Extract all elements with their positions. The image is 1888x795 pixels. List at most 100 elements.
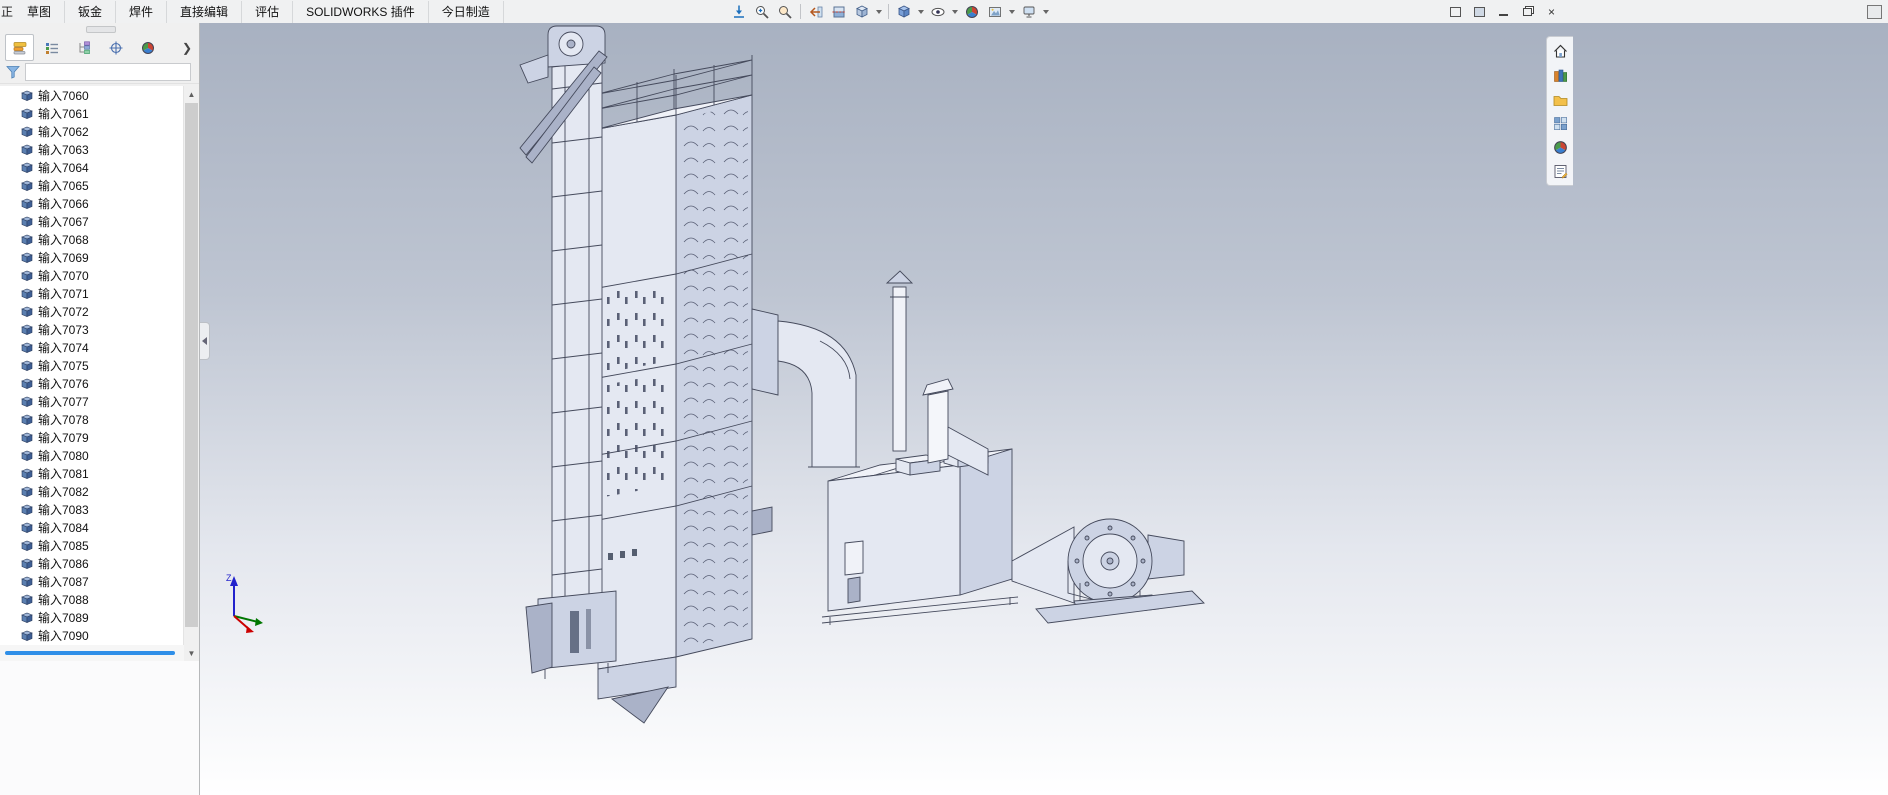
display-style-icon[interactable]: [893, 1, 915, 22]
tree-item-label: 输入7072: [38, 304, 89, 319]
tree-item[interactable]: 输入7087: [0, 572, 184, 590]
tree-item[interactable]: 输入7072: [0, 302, 184, 320]
tree-item[interactable]: 输入7061: [0, 104, 184, 122]
tree-horizontal-scrollbar[interactable]: [0, 645, 184, 661]
apply-scene-icon[interactable]: [984, 1, 1006, 22]
scroll-up-icon[interactable]: ▲: [184, 86, 199, 102]
displaymanager-tab[interactable]: [133, 34, 162, 61]
featuremanager-design-tree-tab[interactable]: [5, 34, 34, 61]
tower-group[interactable]: [597, 55, 773, 724]
hide-show-items-icon[interactable]: [927, 1, 949, 22]
imported-feature-icon: [21, 288, 33, 299]
tree-item[interactable]: 输入7063: [0, 140, 184, 158]
dropdown-caret-icon[interactable]: [952, 9, 958, 14]
tree-item[interactable]: 输入7082: [0, 482, 184, 500]
chimney-group[interactable]: [885, 270, 914, 452]
tree-item[interactable]: 输入7071: [0, 284, 184, 302]
view-palette-icon[interactable]: [1550, 113, 1570, 133]
tree-item[interactable]: 输入7065: [0, 176, 184, 194]
close-button[interactable]: ×: [1544, 4, 1559, 19]
propertymanager-tab[interactable]: [37, 34, 66, 61]
tree-item[interactable]: 输入7068: [0, 230, 184, 248]
expand-toolbar-icon[interactable]: [1867, 5, 1882, 19]
tree-item[interactable]: 输入7083: [0, 500, 184, 518]
dropdown-caret-icon[interactable]: [876, 9, 882, 14]
tree-item[interactable]: 输入7085: [0, 536, 184, 554]
tree-item[interactable]: 输入7074: [0, 338, 184, 356]
tree-item[interactable]: 输入7077: [0, 392, 184, 410]
tree-item[interactable]: 输入7089: [0, 608, 184, 626]
appearances-icon[interactable]: [1550, 137, 1570, 157]
previous-view-icon[interactable]: [805, 1, 827, 22]
tree-item[interactable]: 输入7066: [0, 194, 184, 212]
imported-feature-icon: [21, 594, 33, 605]
design-library-icon[interactable]: [1550, 65, 1570, 85]
undock-pane-icon[interactable]: [1448, 4, 1463, 19]
panel-grip[interactable]: [0, 23, 199, 34]
tree-item[interactable]: 输入7075: [0, 356, 184, 374]
magnify-icon[interactable]: [774, 1, 796, 22]
home-icon[interactable]: [1550, 41, 1570, 61]
tree-item-label: 输入7064: [38, 160, 89, 175]
tree-item[interactable]: 输入7090: [0, 626, 184, 644]
chevron-left-icon: [202, 337, 207, 345]
section-view-icon[interactable]: [828, 1, 850, 22]
dropdown-caret-icon[interactable]: [1009, 9, 1015, 14]
view-orientation-icon[interactable]: [851, 1, 873, 22]
tree-item[interactable]: 输入7086: [0, 554, 184, 572]
imported-feature-icon: [21, 630, 33, 641]
partial-tab[interactable]: 正: [0, 3, 14, 20]
tree-item-label: 输入7073: [38, 322, 89, 337]
file-explorer-icon[interactable]: [1550, 89, 1570, 109]
edit-appearance-icon[interactable]: [961, 1, 983, 22]
dimxpertmanager-tab[interactable]: [101, 34, 130, 61]
custom-properties-icon[interactable]: [1550, 161, 1570, 181]
command-tab[interactable]: 评估: [242, 0, 294, 23]
tree-item[interactable]: 输入7081: [0, 464, 184, 482]
tree-item[interactable]: 输入7064: [0, 158, 184, 176]
duct-elbow-group[interactable]: [751, 308, 860, 468]
chevron-right-icon[interactable]: ❯: [182, 41, 192, 55]
command-tab[interactable]: 今日制造: [429, 0, 504, 23]
tree-item[interactable]: 输入7088: [0, 590, 184, 608]
furnace-group[interactable]: [821, 446, 1019, 625]
tree-item[interactable]: 输入7070: [0, 266, 184, 284]
minimize-button[interactable]: [1496, 4, 1511, 19]
tree-vertical-scrollbar[interactable]: ▲ ▼: [183, 86, 199, 661]
command-tab[interactable]: 直接编辑: [167, 0, 243, 23]
tree-item[interactable]: 输入7060: [0, 86, 184, 104]
panel-collapse-handle[interactable]: [200, 322, 210, 360]
tree-item[interactable]: 输入7062: [0, 122, 184, 140]
horizontal-scroll-thumb[interactable]: [5, 651, 175, 655]
configurationmanager-tab[interactable]: [69, 34, 98, 61]
tree-item[interactable]: 输入7067: [0, 212, 184, 230]
pin-pane-icon[interactable]: [1472, 4, 1487, 19]
tree-item[interactable]: 输入7078: [0, 410, 184, 428]
tree-item[interactable]: 输入7084: [0, 518, 184, 536]
tree-item[interactable]: 输入7073: [0, 320, 184, 338]
dropdown-caret-icon[interactable]: [1043, 9, 1049, 14]
command-tab[interactable]: 钣金: [65, 0, 117, 23]
fan-group[interactable]: [1011, 518, 1205, 624]
command-tab[interactable]: SOLIDWORKS 插件: [293, 0, 429, 23]
command-tab[interactable]: 草图: [14, 0, 66, 23]
vertical-scroll-thumb[interactable]: [185, 103, 198, 627]
bucket-elevator-group[interactable]: [519, 25, 617, 679]
filter-input[interactable]: [25, 63, 191, 81]
tree-item[interactable]: 输入7079: [0, 428, 184, 446]
tree-item-label: 输入7070: [38, 268, 89, 283]
zoom-to-fit-icon[interactable]: [728, 1, 750, 22]
zoom-area-icon[interactable]: [751, 1, 773, 22]
restore-button[interactable]: [1520, 4, 1535, 19]
grain-dryer-model[interactable]: [200, 23, 1888, 795]
tree-item-label: 输入7089: [38, 610, 89, 625]
tree-item[interactable]: 输入7069: [0, 248, 184, 266]
task-pane-strip: [1546, 36, 1573, 186]
tree-item[interactable]: 输入7080: [0, 446, 184, 464]
dropdown-caret-icon[interactable]: [918, 9, 924, 14]
view-settings-icon[interactable]: [1018, 1, 1040, 22]
scroll-down-icon[interactable]: ▼: [184, 645, 199, 661]
graphics-area[interactable]: Z: [200, 23, 1888, 795]
command-tab[interactable]: 焊件: [116, 0, 168, 23]
tree-item[interactable]: 输入7076: [0, 374, 184, 392]
